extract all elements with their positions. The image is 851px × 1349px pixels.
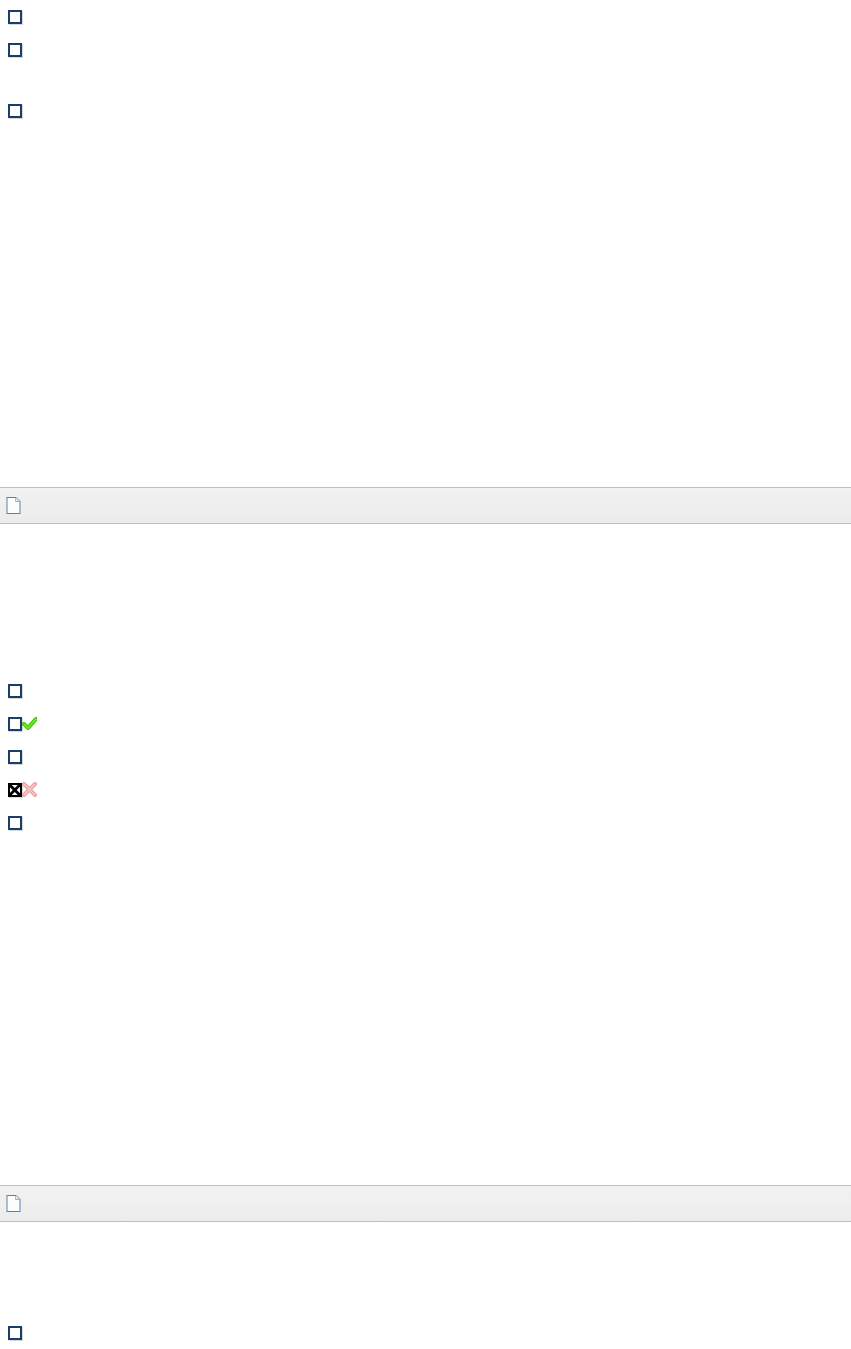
checkbox[interactable] [8, 43, 22, 57]
checkbox[interactable] [8, 816, 22, 830]
section-header[interactable] [0, 487, 851, 524]
check-pass-icon [22, 716, 37, 731]
section-header[interactable] [0, 1185, 851, 1222]
checkbox[interactable] [8, 684, 22, 698]
list-row [0, 707, 851, 740]
checkbox[interactable] [8, 10, 22, 24]
page-icon [6, 1195, 21, 1212]
checkbox[interactable] [8, 717, 22, 731]
list-row [0, 33, 851, 66]
list-row [0, 0, 851, 33]
list-row [0, 94, 851, 127]
list-row [0, 674, 851, 707]
check-fail-icon [22, 782, 37, 797]
checkbox[interactable] [8, 750, 22, 764]
list-row [0, 806, 851, 839]
checkbox[interactable] [8, 1326, 22, 1340]
checkbox[interactable] [8, 104, 22, 118]
page-icon [6, 497, 21, 514]
checkbox-checked[interactable] [8, 783, 22, 797]
list-row [0, 740, 851, 773]
list-row [0, 773, 851, 806]
list-row [0, 1316, 851, 1349]
